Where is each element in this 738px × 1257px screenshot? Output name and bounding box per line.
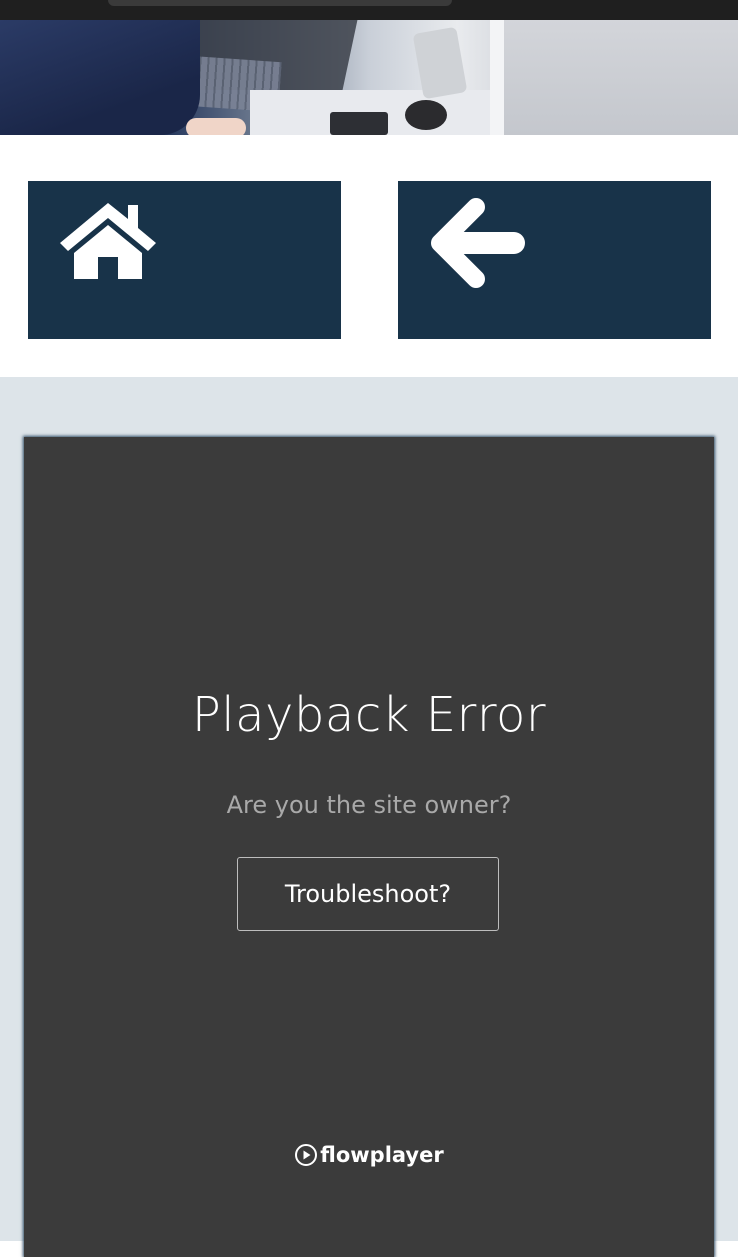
nav-button-area — [0, 135, 738, 377]
playback-error-title: Playback Error — [191, 687, 547, 743]
brand-name: flowplayer — [320, 1143, 444, 1167]
browser-top-strip — [0, 0, 738, 20]
address-bar-edge — [108, 0, 452, 6]
play-circle-icon — [295, 1144, 318, 1166]
home-icon — [60, 203, 156, 279]
flowplayer-logo[interactable]: flowplayer — [24, 1143, 714, 1167]
home-button[interactable] — [28, 181, 341, 339]
arrow-left-icon — [431, 198, 525, 288]
troubleshoot-button[interactable]: Troubleshoot? — [237, 857, 499, 931]
hero-banner-image — [0, 20, 738, 135]
video-player[interactable]: Playback Error Are you the site owner? T… — [24, 437, 714, 1257]
back-button[interactable] — [398, 181, 711, 339]
site-owner-prompt: Are you the site owner? — [226, 791, 512, 819]
